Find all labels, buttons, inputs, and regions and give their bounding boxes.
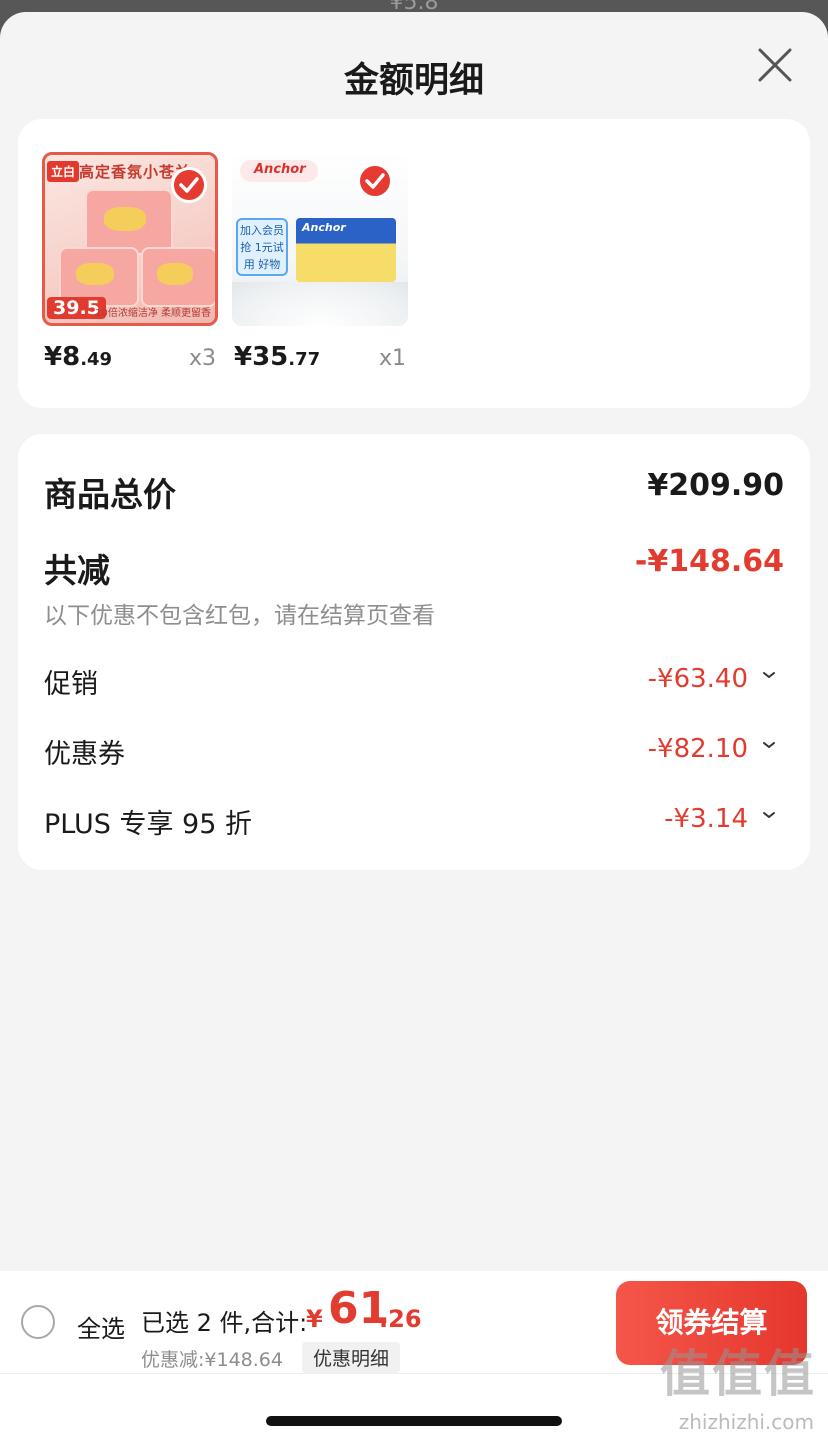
brand-logo: Anchor — [240, 160, 318, 182]
product-image-part — [232, 282, 408, 326]
item-checkbox[interactable] — [357, 163, 393, 199]
discount-value: -¥82.10 — [647, 734, 748, 764]
total-currency: ¥ — [306, 1305, 323, 1333]
total-reduction-row: 共减 -¥148.64 — [44, 544, 784, 590]
discount-label: 优惠券 — [44, 739, 125, 770]
trial-badge: 加入会员抢 1元试用 好物 — [236, 218, 288, 276]
product-quantity: x1 — [378, 346, 406, 371]
watermark-url: zhizhizhi.com — [678, 1410, 814, 1434]
discount-row-coupon[interactable]: 优惠券 -¥82.10 — [44, 732, 784, 770]
product-price: ¥35.77 — [234, 342, 321, 372]
product-image-part — [141, 247, 215, 307]
checkmark-icon — [179, 177, 199, 193]
reduction-hint: 以下优惠不包含红包，请在结算页查看 — [44, 603, 435, 629]
sheet-title: 金额明细 — [343, 61, 484, 101]
discount-summary: 优惠减:¥148.64 — [141, 1349, 283, 1371]
item-checkbox[interactable] — [171, 167, 207, 203]
product-thumbnail[interactable]: Anchor 加入会员抢 1元试用 好物 — [232, 152, 408, 326]
product-price-row: ¥35.77 x1 — [232, 340, 408, 380]
discount-label: 促销 — [44, 669, 98, 700]
checkout-bar: 全选 已选 2 件,合计: ¥ 61 .26 优惠减:¥148.64 优惠明细 … — [0, 1271, 828, 1446]
chevron-down-icon[interactable] — [760, 736, 778, 754]
discount-row-plus[interactable]: PLUS 专享 95 折 -¥3.14 — [44, 802, 784, 840]
select-all-label[interactable]: 全选 — [77, 1309, 125, 1344]
total-reduction-label: 共减 — [44, 551, 110, 590]
product-quantity: x3 — [188, 346, 216, 371]
total-reduction-value: -¥148.64 — [634, 544, 784, 579]
discount-detail-link[interactable]: 优惠明细 — [302, 1342, 401, 1373]
amount-detail-sheet: 金额明细 立白 高定香氛小苍兰 39.5 10倍浓缩洁净 柔顺更留香 ¥8.49… — [0, 12, 828, 1446]
home-indicator[interactable] — [266, 1416, 562, 1426]
discount-value: -¥3.14 — [664, 804, 748, 834]
total-price-label: 商品总价 — [44, 475, 176, 514]
price-summary-card: 商品总价 ¥209.90 共减 -¥148.64 以下优惠不包含红包，请在结算页… — [18, 434, 810, 870]
product-thumbnail[interactable]: 立白 高定香氛小苍兰 39.5 10倍浓缩洁净 柔顺更留香 — [42, 152, 218, 326]
discount-label: PLUS 专享 95 折 — [44, 809, 252, 840]
product-image-part — [296, 218, 396, 282]
selected-count-text: 已选 2 件,合计: — [141, 1309, 308, 1337]
product-price: ¥8.49 — [44, 342, 113, 372]
checkmark-icon — [365, 173, 385, 189]
watermark: 值值值 — [660, 1345, 816, 1403]
product-item[interactable]: Anchor 加入会员抢 1元试用 好物 ¥35.77 x1 — [232, 152, 408, 380]
select-all-radio[interactable] — [21, 1305, 55, 1339]
close-icon — [758, 48, 792, 82]
total-price-value: ¥209.90 — [647, 468, 784, 503]
brand-tag: 立白 — [47, 161, 80, 182]
total-price-row: 商品总价 ¥209.90 — [44, 468, 784, 514]
discount-value: -¥63.40 — [647, 664, 748, 694]
close-button[interactable] — [752, 42, 798, 88]
total-amount-decimal: .26 — [379, 1305, 422, 1333]
product-image-part — [85, 189, 173, 255]
products-card: 立白 高定香氛小苍兰 39.5 10倍浓缩洁净 柔顺更留香 ¥8.49 x3 A… — [18, 119, 810, 408]
thumbnail-footer-text: 10倍浓缩洁净 柔顺更留香 — [95, 308, 211, 319]
product-item[interactable]: 立白 高定香氛小苍兰 39.5 10倍浓缩洁净 柔顺更留香 ¥8.49 x3 — [42, 152, 218, 380]
chevron-down-icon[interactable] — [760, 666, 778, 684]
product-price-row: ¥8.49 x3 — [42, 340, 218, 380]
chevron-down-icon[interactable] — [760, 806, 778, 824]
discount-row-promotion[interactable]: 促销 -¥63.40 — [44, 662, 784, 700]
